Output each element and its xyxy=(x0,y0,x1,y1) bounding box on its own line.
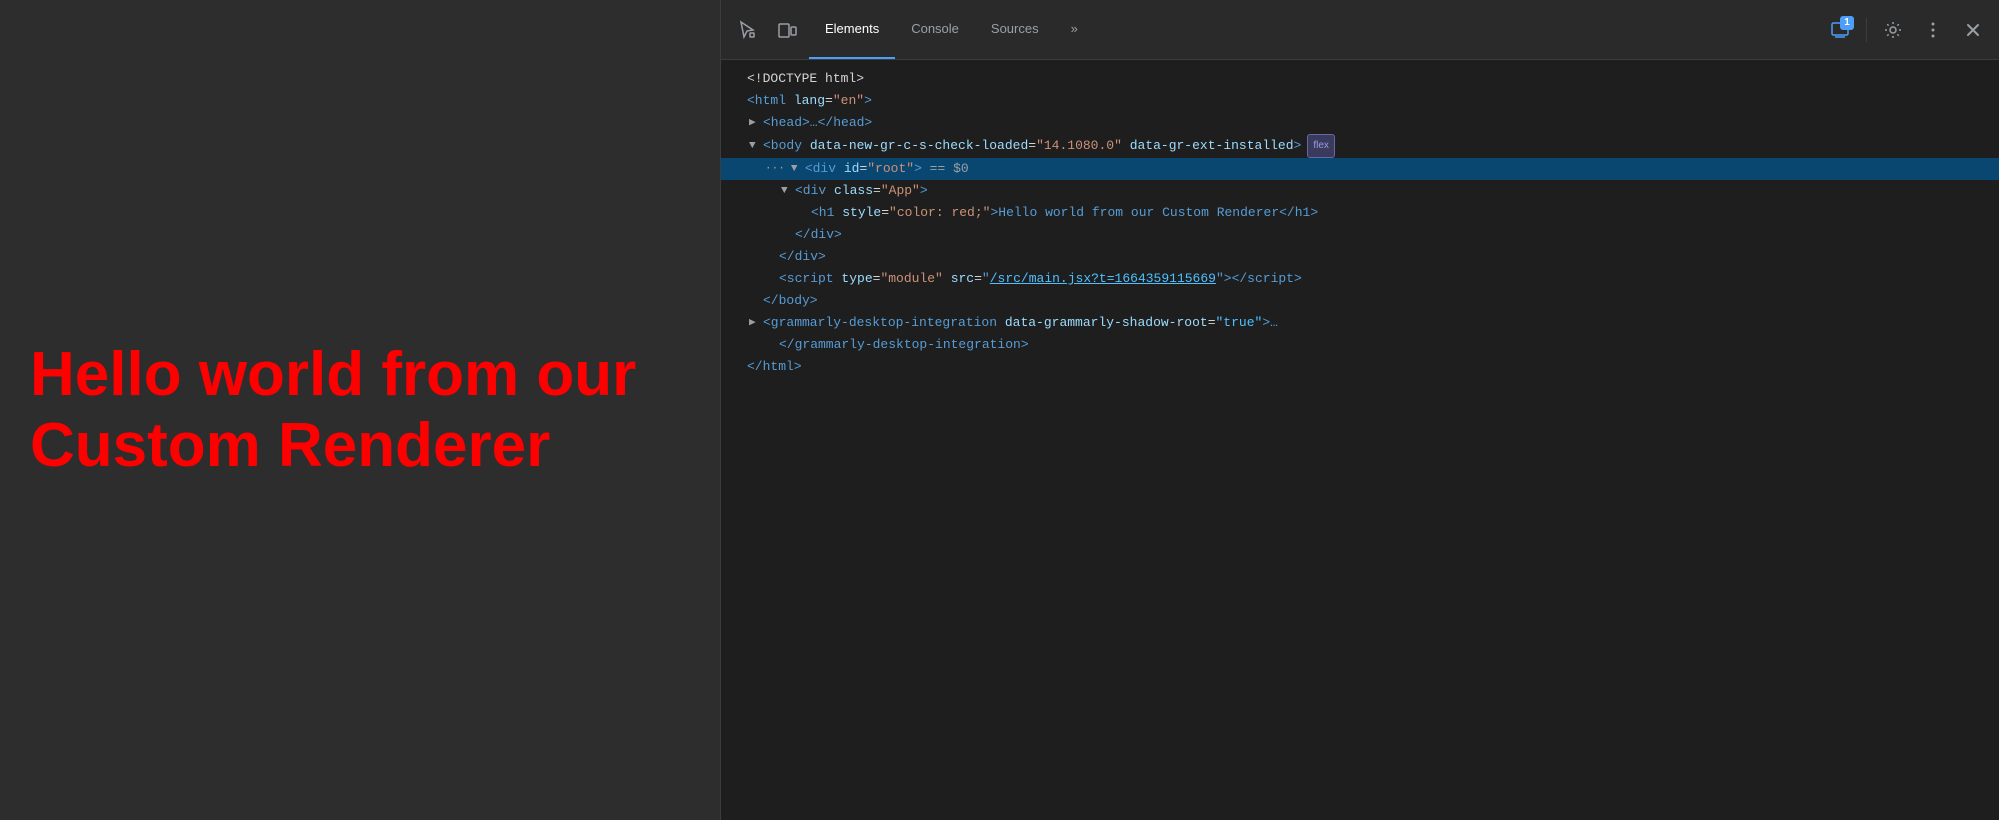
dom-content: </div> xyxy=(795,224,842,246)
tab-elements[interactable]: Elements xyxy=(809,0,895,59)
dom-line[interactable]: <script type="module" src="/src/main.jsx… xyxy=(721,268,1999,290)
dom-line[interactable]: <!DOCTYPE html> xyxy=(721,68,1999,90)
inspect-element-button[interactable] xyxy=(729,12,765,48)
dom-tree[interactable]: <!DOCTYPE html> <html lang="en"> <head>…… xyxy=(721,60,1999,820)
gear-icon xyxy=(1883,20,1903,40)
dom-line[interactable]: <grammarly-desktop-integration data-gram… xyxy=(721,312,1999,334)
vertical-dots-icon xyxy=(1923,20,1943,40)
settings-button[interactable] xyxy=(1875,12,1911,48)
expand-arrow[interactable] xyxy=(749,112,763,134)
dom-content: <div id="root"> xyxy=(805,158,922,180)
dom-content: <script type="module" src="/src/main.jsx… xyxy=(779,268,1302,290)
expand-arrow[interactable] xyxy=(791,158,805,180)
dom-content: <body data-new-gr-c-s-check-loaded="14.1… xyxy=(763,135,1301,157)
dom-content: </div> xyxy=(779,246,826,268)
dom-line[interactable]: </body> xyxy=(721,290,1999,312)
dom-line[interactable]: </grammarly-desktop-integration> xyxy=(721,334,1999,356)
notification-button[interactable]: 1 xyxy=(1822,12,1858,48)
dom-content: </body> xyxy=(763,290,818,312)
dom-line[interactable]: <div class="App"> xyxy=(721,180,1999,202)
browser-viewport: Hello world from our Custom Renderer xyxy=(0,0,720,820)
cursor-icon xyxy=(737,20,757,40)
devtools-tabs: Elements Console Sources » xyxy=(809,0,1312,59)
dots-prefix: ··· xyxy=(765,158,785,180)
flex-badge[interactable]: flex xyxy=(1307,134,1335,158)
script-src-link[interactable]: /src/main.jsx?t=1664359115669 xyxy=(990,271,1216,286)
device-icon xyxy=(777,20,797,40)
dom-line[interactable]: <html lang="en"> xyxy=(721,90,1999,112)
more-options-button[interactable] xyxy=(1915,12,1951,48)
close-icon xyxy=(1963,20,1983,40)
dom-content: <grammarly-desktop-integration data-gram… xyxy=(763,312,1278,334)
toolbar-divider xyxy=(1866,18,1867,42)
tab-sources[interactable]: Sources xyxy=(975,0,1055,59)
expand-arrow[interactable] xyxy=(749,312,763,334)
dom-line[interactable]: <h1 style="color: red;">Hello world from… xyxy=(721,202,1999,224)
expand-arrow[interactable] xyxy=(749,135,763,157)
tab-console[interactable]: Console xyxy=(895,0,975,59)
notification-count: 1 xyxy=(1840,16,1854,30)
dom-content: <div class="App"> xyxy=(795,180,928,202)
dom-content: <!DOCTYPE html> xyxy=(747,68,864,90)
page-heading: Hello world from our Custom Renderer xyxy=(30,339,690,482)
dom-line[interactable]: </html> xyxy=(721,356,1999,378)
dom-line[interactable]: </div> xyxy=(721,246,1999,268)
selected-indicator: == $0 xyxy=(922,158,969,180)
dom-line[interactable]: <head>…</head> xyxy=(721,112,1999,134)
dom-content: </grammarly-desktop-integration> xyxy=(779,334,1029,356)
dom-line[interactable]: </div> xyxy=(721,224,1999,246)
devtools-toolbar: Elements Console Sources » 1 xyxy=(721,0,1999,60)
close-devtools-button[interactable] xyxy=(1955,12,1991,48)
devtools-panel: Elements Console Sources » 1 xyxy=(720,0,1999,820)
device-toolbar-button[interactable] xyxy=(769,12,805,48)
dom-content: <head>…</head> xyxy=(763,112,872,134)
tab-more[interactable]: » xyxy=(1055,0,1094,59)
dom-content: </html> xyxy=(747,356,802,378)
expand-arrow[interactable] xyxy=(781,180,795,202)
dom-line-selected[interactable]: ··· <div id="root"> == $0 xyxy=(721,158,1999,180)
dom-content: <html lang="en"> xyxy=(747,90,872,112)
dom-content: <h1 style="color: red;">Hello world from… xyxy=(811,202,1318,224)
dom-line[interactable]: <body data-new-gr-c-s-check-loaded="14.1… xyxy=(721,134,1999,158)
